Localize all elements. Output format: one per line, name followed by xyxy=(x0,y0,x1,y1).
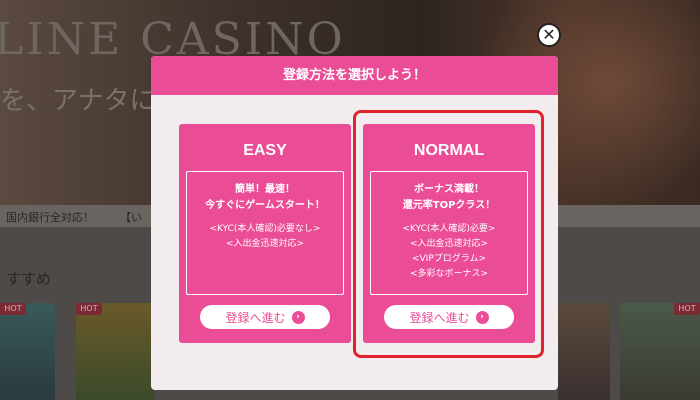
register-easy-button[interactable]: 登録へ進む › xyxy=(200,305,330,329)
option-headline: 簡単！最速！ xyxy=(235,184,295,195)
button-label: 登録へ進む xyxy=(225,310,286,325)
register-normal-button[interactable]: 登録へ進む › xyxy=(384,305,514,329)
option-headline: ボーナス満載！ xyxy=(414,184,484,195)
button-label: 登録へ進む xyxy=(409,310,470,325)
option-headline: 還元率TOPクラス！ xyxy=(402,200,496,211)
option-card-normal: NORMAL ボーナス満載！ 還元率TOPクラス！ <KYC(本人確認)必要> … xyxy=(363,124,535,343)
hot-badge: HOT xyxy=(0,303,26,315)
option-feature: <入出金迅速対応> xyxy=(409,239,489,249)
option-feature: <KYC(本人確認)必要> xyxy=(402,224,496,234)
hot-badge: HOT xyxy=(674,303,700,315)
option-feature: <多彩なボーナス> xyxy=(409,269,489,279)
option-feature: <KYC(本人確認)必要なし> xyxy=(209,224,321,234)
game-thumbnail[interactable] xyxy=(0,303,55,400)
chevron-right-circle-icon: › xyxy=(475,310,489,324)
ticker-text: 国内銀行全対応！ xyxy=(6,211,94,224)
game-thumbnail[interactable] xyxy=(558,303,610,400)
option-title: EASY xyxy=(243,142,287,159)
modal-title: 登録方法を選択しよう！ xyxy=(151,56,558,95)
section-title: すすめ xyxy=(6,270,52,288)
option-description: ボーナス満載！ 還元率TOPクラス！ <KYC(本人確認)必要> <入出金迅速対… xyxy=(370,171,528,295)
chevron-right-circle-icon: › xyxy=(291,310,305,324)
game-thumbnail[interactable] xyxy=(76,303,154,400)
option-card-easy: EASY 簡単！最速！ 今すぐにゲームスタート！ <KYC(本人確認)必要なし>… xyxy=(179,124,351,343)
option-feature: <入出金迅速対応> xyxy=(225,239,305,249)
option-headline: 今すぐにゲームスタート！ xyxy=(205,200,325,211)
ticker-text: 【い xyxy=(120,211,142,224)
option-feature: <VIPプログラム> xyxy=(411,254,487,264)
option-description: 簡単！最速！ 今すぐにゲームスタート！ <KYC(本人確認)必要なし> <入出金… xyxy=(186,171,344,295)
option-title: NORMAL xyxy=(413,142,485,159)
hot-badge: HOT xyxy=(76,303,102,315)
game-thumbnail[interactable] xyxy=(620,303,700,400)
close-icon[interactable]: ✕ xyxy=(537,23,561,47)
